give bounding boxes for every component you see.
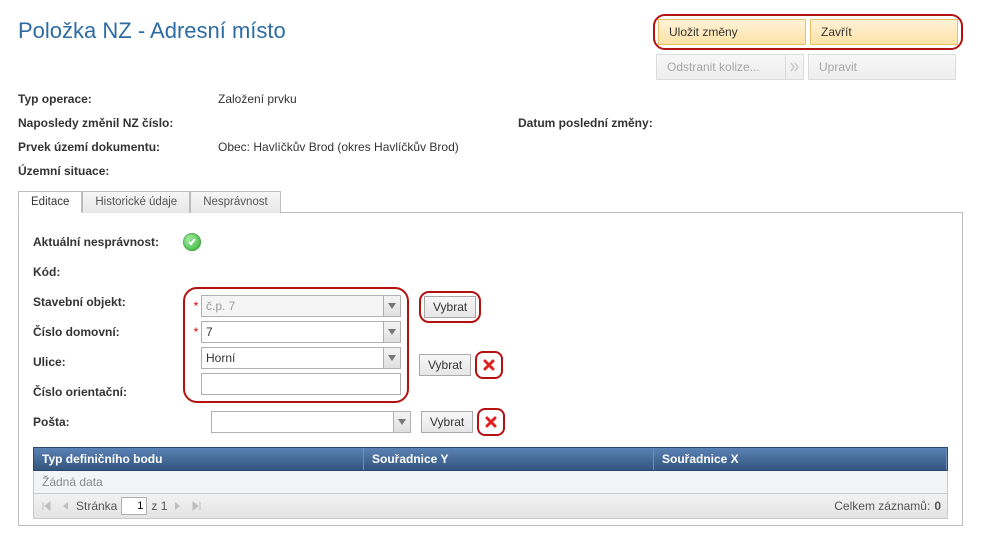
action-button-bar: Uložit změny Zavřít Odstranit kolize... …	[653, 14, 963, 80]
building-object-label: Stavební objekt:	[33, 295, 183, 309]
code-label: Kód:	[33, 265, 183, 279]
page-next-icon[interactable]	[171, 499, 185, 513]
total-value: 0	[934, 499, 941, 513]
house-number-input[interactable]	[201, 321, 383, 343]
page-last-icon[interactable]	[189, 499, 203, 513]
tab-incorrect[interactable]: Nesprávnost	[190, 191, 281, 213]
edit-panel: Aktuální nesprávnost: Kód: Stavební obje…	[18, 213, 963, 526]
spacer	[191, 377, 201, 391]
select-street-button[interactable]: Vybrat	[419, 354, 471, 376]
required-icon: *	[191, 325, 201, 339]
situation-label: Územní situace:	[18, 164, 963, 178]
select-post-button[interactable]: Vybrat	[421, 411, 473, 433]
page-first-icon[interactable]	[40, 499, 54, 513]
delete-street-icon[interactable]	[479, 355, 499, 375]
last-changed-by-label: Naposledy změnil NZ číslo:	[18, 116, 218, 130]
close-button[interactable]: Zavřít	[810, 19, 958, 45]
dropdown-trigger-icon[interactable]	[383, 321, 401, 343]
grid-empty-text: Žádná data	[33, 471, 948, 494]
grid-col-y: Souřadnice Y	[364, 448, 654, 470]
orientation-number-label: Číslo orientační:	[33, 385, 183, 399]
operation-type-label: Typ operace:	[18, 92, 218, 106]
last-changed-by-value	[218, 116, 518, 130]
page-prev-icon[interactable]	[58, 499, 72, 513]
delete-collision-button: Odstranit kolize...	[656, 54, 786, 80]
operation-type-value: Založení prvku	[218, 92, 518, 106]
required-icon: *	[191, 299, 201, 313]
select-building-object-button[interactable]: Vybrat	[424, 296, 476, 318]
post-input[interactable]	[211, 411, 393, 433]
tab-bar: Editace Historické údaje Nesprávnost	[18, 190, 963, 213]
delete-post-icon[interactable]	[481, 412, 501, 432]
grid-col-type: Typ definičního bodu	[34, 448, 364, 470]
page-number-input[interactable]	[121, 497, 147, 515]
orientation-number-input[interactable]	[201, 373, 401, 395]
spacer	[191, 351, 201, 365]
dropdown-trigger-icon[interactable]	[383, 295, 401, 317]
checkmark-icon	[183, 233, 201, 251]
dropdown-trigger-icon[interactable]	[383, 347, 401, 369]
page-label: Stránka	[76, 499, 117, 513]
tab-history[interactable]: Historické údaje	[82, 191, 190, 213]
house-number-label: Číslo domovní:	[33, 325, 183, 339]
total-label: Celkem záznamů:	[834, 499, 930, 513]
grid-col-x: Souřadnice X	[654, 448, 947, 470]
street-input[interactable]	[201, 347, 383, 369]
grid-footer: Stránka z 1 Celkem záznamů: 0	[33, 494, 948, 519]
spacer	[183, 415, 193, 429]
element-label: Prvek území dokumentu:	[18, 140, 218, 154]
grid-header: Typ definičního bodu Souřadnice Y Souřad…	[33, 447, 948, 471]
current-incorrect-label: Aktuální nesprávnost:	[33, 235, 183, 249]
edit-button: Upravit	[808, 54, 956, 80]
last-change-date-label: Datum poslední změny:	[518, 116, 658, 130]
chevron-right-icon	[786, 54, 804, 80]
dropdown-trigger-icon[interactable]	[393, 411, 411, 433]
post-label: Pošta:	[33, 415, 183, 429]
tab-edit[interactable]: Editace	[18, 191, 82, 213]
street-label: Ulice:	[33, 355, 183, 369]
last-change-date-value	[658, 116, 963, 130]
building-object-input[interactable]	[201, 295, 383, 317]
page-title: Položka NZ - Adresní místo	[18, 14, 286, 44]
info-grid: Typ operace: Založení prvku Naposledy zm…	[18, 92, 963, 178]
page-of-label: z 1	[151, 499, 167, 513]
save-button[interactable]: Uložit změny	[658, 19, 806, 45]
element-value: Obec: Havlíčkův Brod (okres Havlíčkův Br…	[218, 140, 963, 154]
